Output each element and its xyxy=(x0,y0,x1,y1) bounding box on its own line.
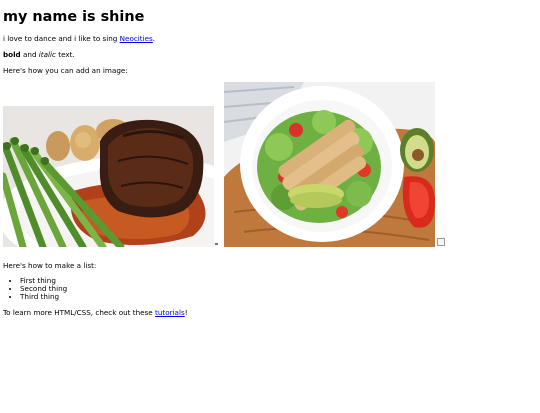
italic-text: italic xyxy=(38,50,56,59)
image-intro: Here's how you can add an image: xyxy=(3,66,128,75)
image-row xyxy=(3,82,537,247)
list-item: Second thing xyxy=(20,285,537,293)
text-suffix: text. xyxy=(55,50,75,59)
thing-list: First thing Second thing Third thing xyxy=(3,277,537,301)
and-text: and xyxy=(20,50,39,59)
image-separator xyxy=(215,243,218,245)
list-item: Third thing xyxy=(20,293,537,301)
neocities-link[interactable]: Neocities xyxy=(120,34,153,43)
intro-period: . xyxy=(152,34,156,43)
tutorials-link[interactable]: tutorials xyxy=(155,308,185,317)
page-body: my name is shine i love to dance and i l… xyxy=(0,8,540,317)
steak-image xyxy=(3,106,214,247)
outro-text: To learn more HTML/CSS, check out these xyxy=(3,308,156,317)
outro-exclamation: ! xyxy=(184,308,188,317)
broken-image-icon xyxy=(437,238,445,246)
outro-paragraph: To learn more HTML/CSS, check out these … xyxy=(3,308,537,317)
list-item: First thing xyxy=(20,277,537,285)
salad-image xyxy=(224,82,435,247)
list-intro: Here's how to make a list: xyxy=(3,261,97,270)
formatting-paragraph: bold and italic text. xyxy=(3,50,537,59)
bold-text: bold xyxy=(3,50,21,59)
intro-paragraph: i love to dance and i like to sing Neoci… xyxy=(3,34,537,43)
intro-text: i love to dance and i like to sing xyxy=(3,34,120,43)
page-title: my name is shine xyxy=(3,9,145,25)
